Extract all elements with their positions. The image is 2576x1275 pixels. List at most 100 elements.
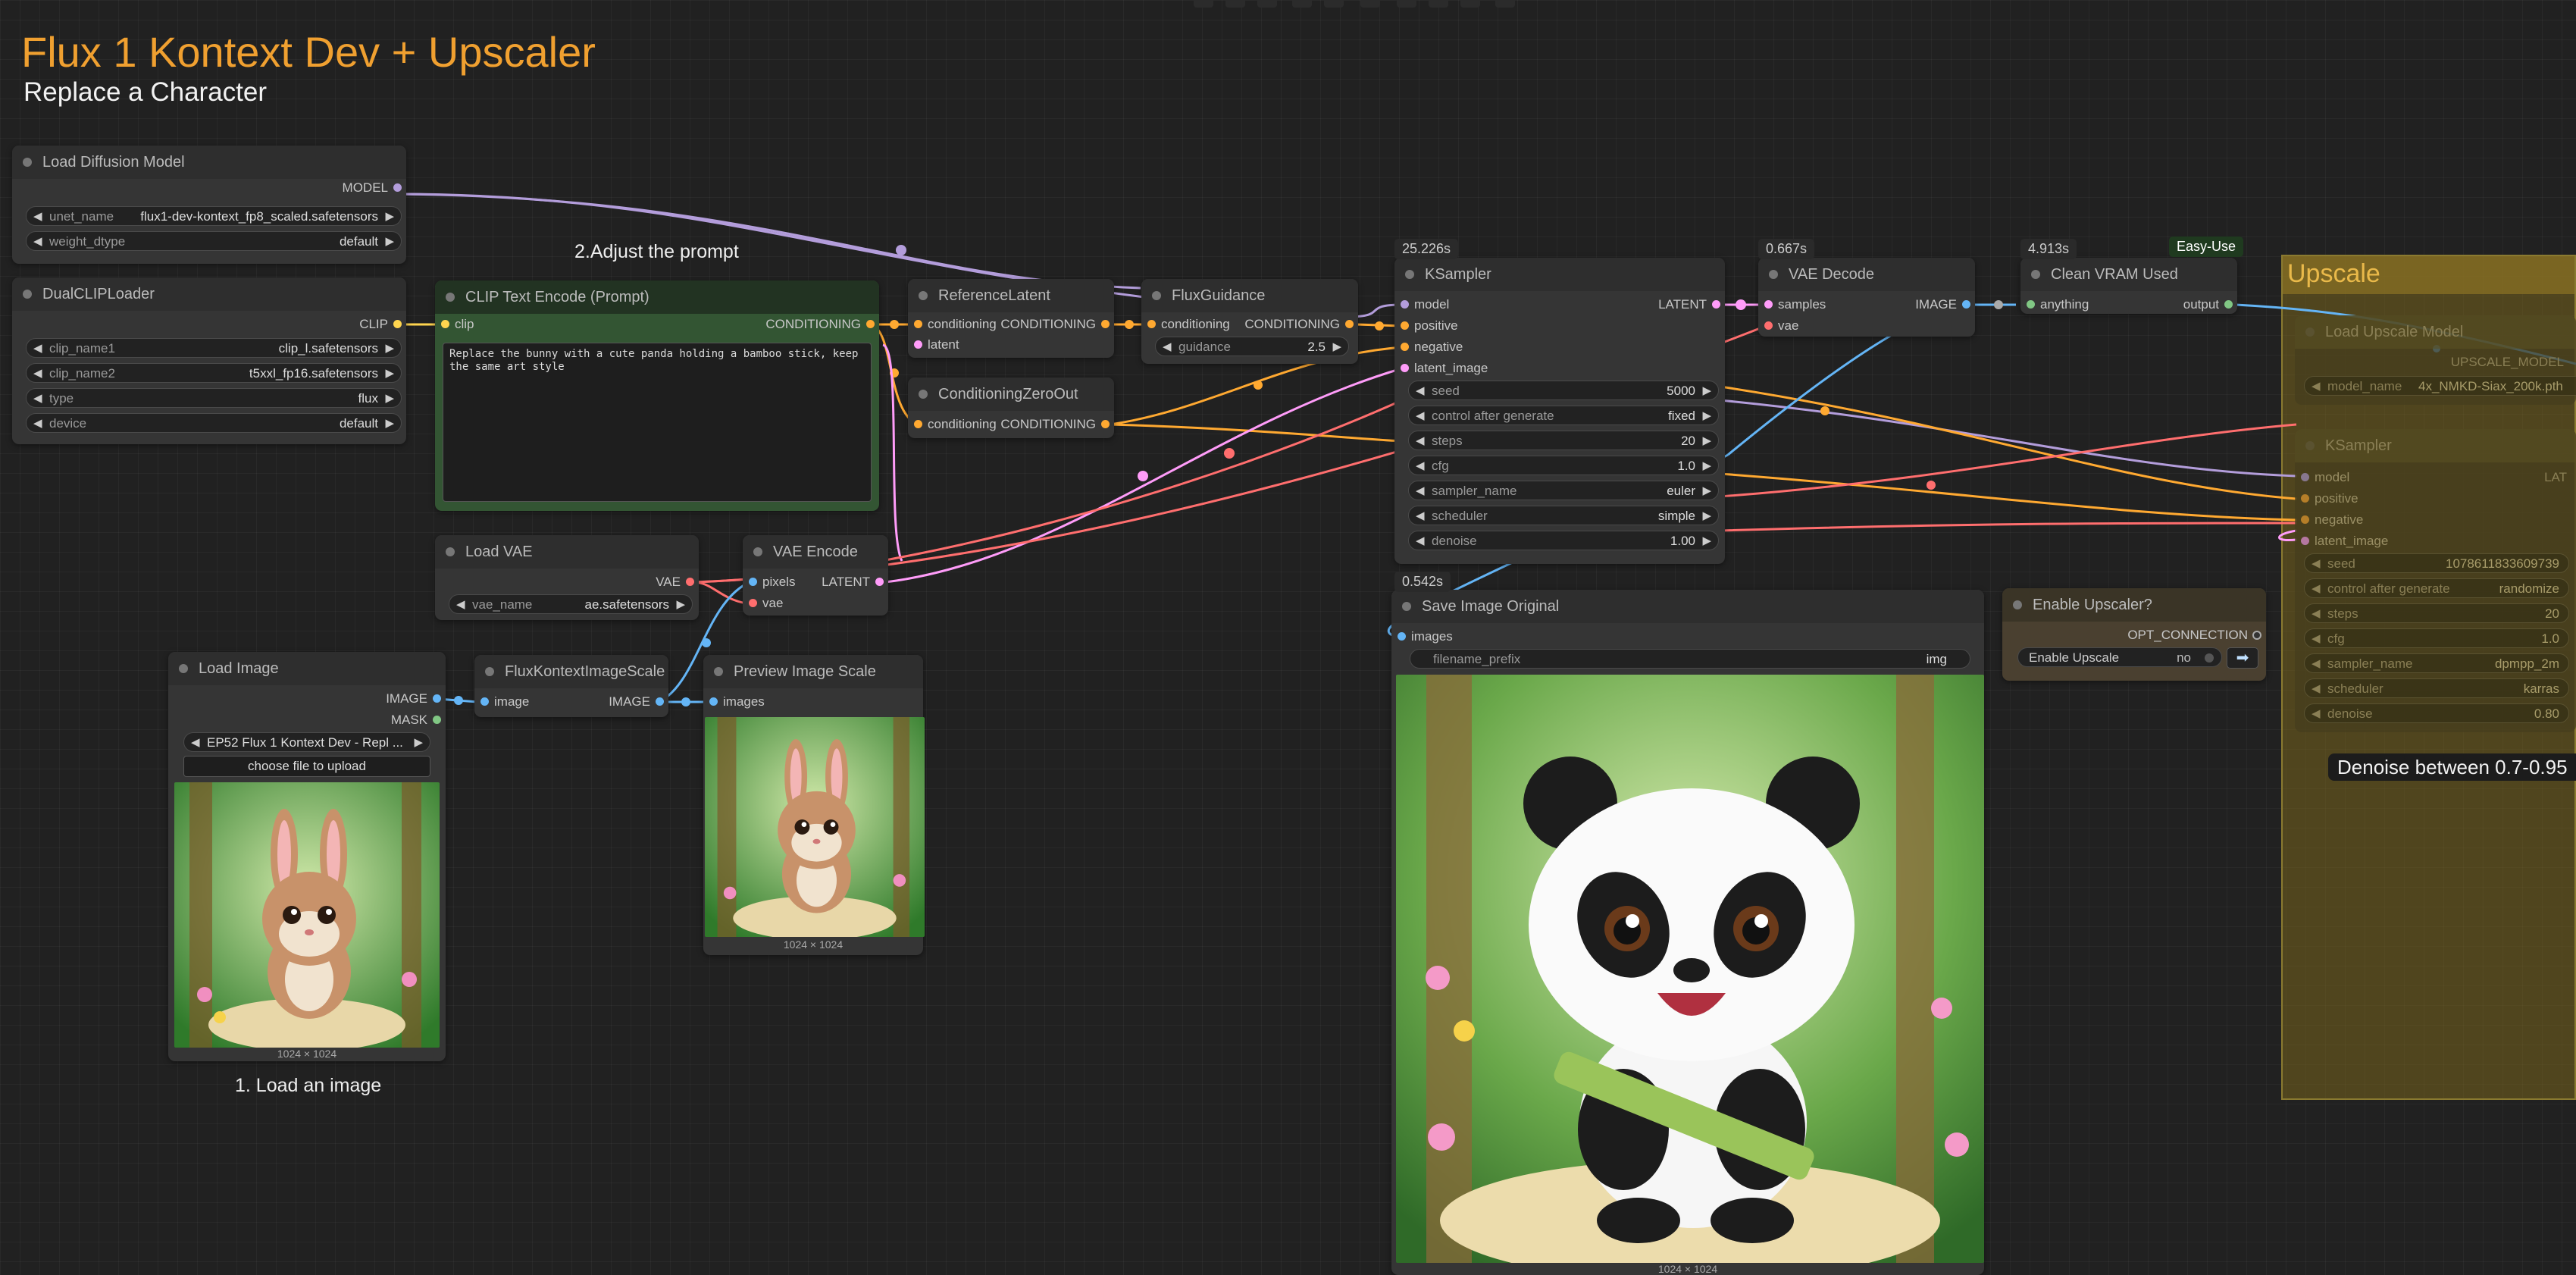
input-anything[interactable]: anything	[2020, 296, 2089, 314]
toolbar-button[interactable]	[1460, 0, 1480, 8]
input-vae[interactable]: vae	[743, 594, 783, 612]
port-dot[interactable]	[480, 697, 489, 706]
port-dot[interactable]	[2301, 537, 2309, 545]
output-output[interactable]: output	[2183, 296, 2237, 314]
node-collapse-dot[interactable]	[1402, 602, 1411, 611]
input-latent[interactable]: latent	[908, 336, 959, 354]
toolbar-button[interactable]	[1194, 0, 1213, 8]
node-collapse-dot[interactable]	[1152, 291, 1161, 300]
output-upscale-model[interactable]: UPSCALE_MODEL	[2451, 353, 2576, 371]
input-latent-image[interactable]: latent_image	[2295, 532, 2388, 550]
widget-steps[interactable]: ◀ steps 20 ▶	[1408, 431, 1719, 450]
port-dot[interactable]	[656, 697, 664, 706]
port-dot[interactable]	[1712, 300, 1720, 309]
arrow-left-icon[interactable]: ◀	[1416, 506, 1425, 526]
output-vae[interactable]: VAE	[656, 573, 699, 591]
arrow-right-icon[interactable]: ▶	[676, 595, 685, 615]
node-collapse-dot[interactable]	[714, 667, 723, 676]
toolbar-button[interactable]	[1257, 0, 1277, 8]
node-collapse-dot[interactable]	[1405, 270, 1414, 279]
port-dot[interactable]	[1401, 343, 1409, 351]
toolbar-button[interactable]	[1360, 0, 1380, 8]
node-collapse-dot[interactable]	[2031, 270, 2040, 279]
port-dot[interactable]	[1401, 321, 1409, 330]
node-load-upscale-model[interactable]: Load Upscale Model UPSCALE_MODEL ◀ model…	[2295, 315, 2576, 405]
input-image[interactable]: image	[474, 693, 529, 711]
node-load-image[interactable]: Load Image IMAGE MASK ◀ EP52 Flux 1 Kont…	[168, 652, 446, 1061]
arrow-right-icon[interactable]: ▶	[1702, 531, 1711, 551]
arrow-left-icon[interactable]: ◀	[1416, 531, 1425, 551]
arrow-left-icon[interactable]: ◀	[2312, 704, 2321, 724]
toggle-icon[interactable]	[2205, 653, 2214, 663]
widget-clip-name1[interactable]: ◀ clip_name1 clip_l.safetensors ▶	[26, 338, 402, 358]
toolbar-button[interactable]	[1225, 0, 1245, 8]
arrow-left-icon[interactable]: ◀	[1163, 337, 1172, 357]
node-dual-clip-loader[interactable]: DualCLIPLoader CLIP ◀ clip_name1 clip_l.…	[12, 277, 406, 444]
node-save-image-original[interactable]: Save Image Original images filename_pref…	[1391, 590, 1984, 1275]
port-dot[interactable]	[393, 320, 402, 328]
arrow-right-icon[interactable]: ▶	[385, 414, 394, 434]
widget-cfg[interactable]: ◀ cfg 1.0	[2304, 628, 2569, 648]
port-dot[interactable]	[1147, 320, 1156, 328]
output-conditioning[interactable]: CONDITIONING	[1244, 315, 1358, 334]
input-conditioning[interactable]: conditioning	[908, 315, 997, 334]
widget-unet-name[interactable]: ◀ unet_name flux1-dev-kontext_fp8_scaled…	[26, 206, 402, 226]
arrow-left-icon[interactable]: ◀	[2312, 579, 2321, 599]
input-images[interactable]: images	[1391, 628, 1453, 646]
node-reference-latent[interactable]: ReferenceLatent conditioning CONDITIONIN…	[908, 279, 1114, 358]
port-dot[interactable]	[2301, 473, 2309, 481]
widget-denoise[interactable]: ◀ denoise 1.00 ▶	[1408, 531, 1719, 550]
arrow-left-icon[interactable]: ◀	[1416, 406, 1425, 426]
arrow-right-icon[interactable]: ▶	[385, 364, 394, 384]
widget-denoise[interactable]: ◀ denoise 0.80	[2304, 703, 2569, 723]
widget-scheduler[interactable]: ◀ scheduler karras	[2304, 678, 2569, 698]
widget-cfg[interactable]: ◀ cfg 1.0 ▶	[1408, 456, 1719, 475]
port-dot[interactable]	[1345, 320, 1354, 328]
port-dot[interactable]	[2301, 494, 2309, 503]
node-preview-image-scale[interactable]: Preview Image Scale images 1024 × 1024	[703, 655, 925, 955]
port-dot[interactable]	[1962, 300, 1970, 309]
widget-type[interactable]: ◀ type flux ▶	[26, 388, 402, 408]
widget-enable-upscale[interactable]: Enable Upscale no	[2017, 647, 2222, 667]
arrow-left-icon[interactable]: ◀	[1416, 381, 1425, 401]
output-mask[interactable]: MASK	[391, 711, 446, 729]
node-flux-kontext-image-scale[interactable]: FluxKontextImageScale image IMAGE	[474, 655, 668, 717]
arrow-left-icon[interactable]: ◀	[1416, 431, 1425, 451]
node-collapse-dot[interactable]	[919, 291, 928, 300]
widget-seed[interactable]: ◀ seed 1078611833609739	[2304, 553, 2569, 573]
input-images[interactable]: images	[703, 693, 765, 711]
toolbar-button[interactable]	[1324, 0, 1344, 8]
input-vae[interactable]: vae	[1758, 317, 1798, 335]
widget-sampler-name[interactable]: ◀ sampler_name dpmpp_2m	[2304, 653, 2569, 673]
node-clean-vram-used[interactable]: Clean VRAM Used anything output	[2020, 258, 2237, 314]
arrow-right-icon[interactable]: ▶	[385, 389, 394, 409]
arrow-left-icon[interactable]: ◀	[2312, 629, 2321, 649]
widget-seed[interactable]: ◀ seed 5000 ▶	[1408, 381, 1719, 400]
output-model[interactable]: MODEL	[343, 179, 406, 197]
prompt-textarea[interactable]: Replace the bunny with a cute panda hold…	[443, 343, 872, 502]
arrow-left-icon[interactable]: ◀	[33, 339, 42, 359]
input-latent-image[interactable]: latent_image	[1394, 359, 1488, 377]
output-opt-connection[interactable]: OPT_CONNECTION	[2127, 626, 2266, 644]
port-dot[interactable]	[1398, 632, 1406, 641]
arrow-left-icon[interactable]: ◀	[2312, 679, 2321, 699]
widget-guidance[interactable]: ◀ guidance 2.5 ▶	[1155, 337, 1349, 356]
upload-button[interactable]: choose file to upload	[183, 756, 430, 777]
port-dot[interactable]	[749, 599, 757, 607]
port-dot[interactable]	[1101, 320, 1110, 328]
output-conditioning[interactable]: CONDITIONING	[1000, 415, 1114, 434]
node-collapse-dot[interactable]	[919, 390, 928, 399]
arrow-left-icon[interactable]: ◀	[456, 595, 465, 615]
node-collapse-dot[interactable]	[446, 547, 455, 556]
node-collapse-dot[interactable]	[1769, 270, 1778, 279]
input-pixels[interactable]: pixels	[743, 573, 795, 591]
widget-image-select[interactable]: ◀ EP52 Flux 1 Kontext Dev - Repl ... ▶	[183, 732, 430, 752]
arrow-left-icon[interactable]: ◀	[33, 232, 42, 252]
port-dot[interactable]	[393, 183, 402, 192]
arrow-left-icon[interactable]: ◀	[1416, 456, 1425, 476]
arrow-right-icon[interactable]: ▶	[1702, 506, 1711, 526]
arrow-right-icon[interactable]: ▶	[1702, 431, 1711, 451]
port-dot[interactable]	[1101, 420, 1110, 428]
widget-steps[interactable]: ◀ steps 20	[2304, 603, 2569, 623]
port-dot[interactable]	[1764, 321, 1773, 330]
